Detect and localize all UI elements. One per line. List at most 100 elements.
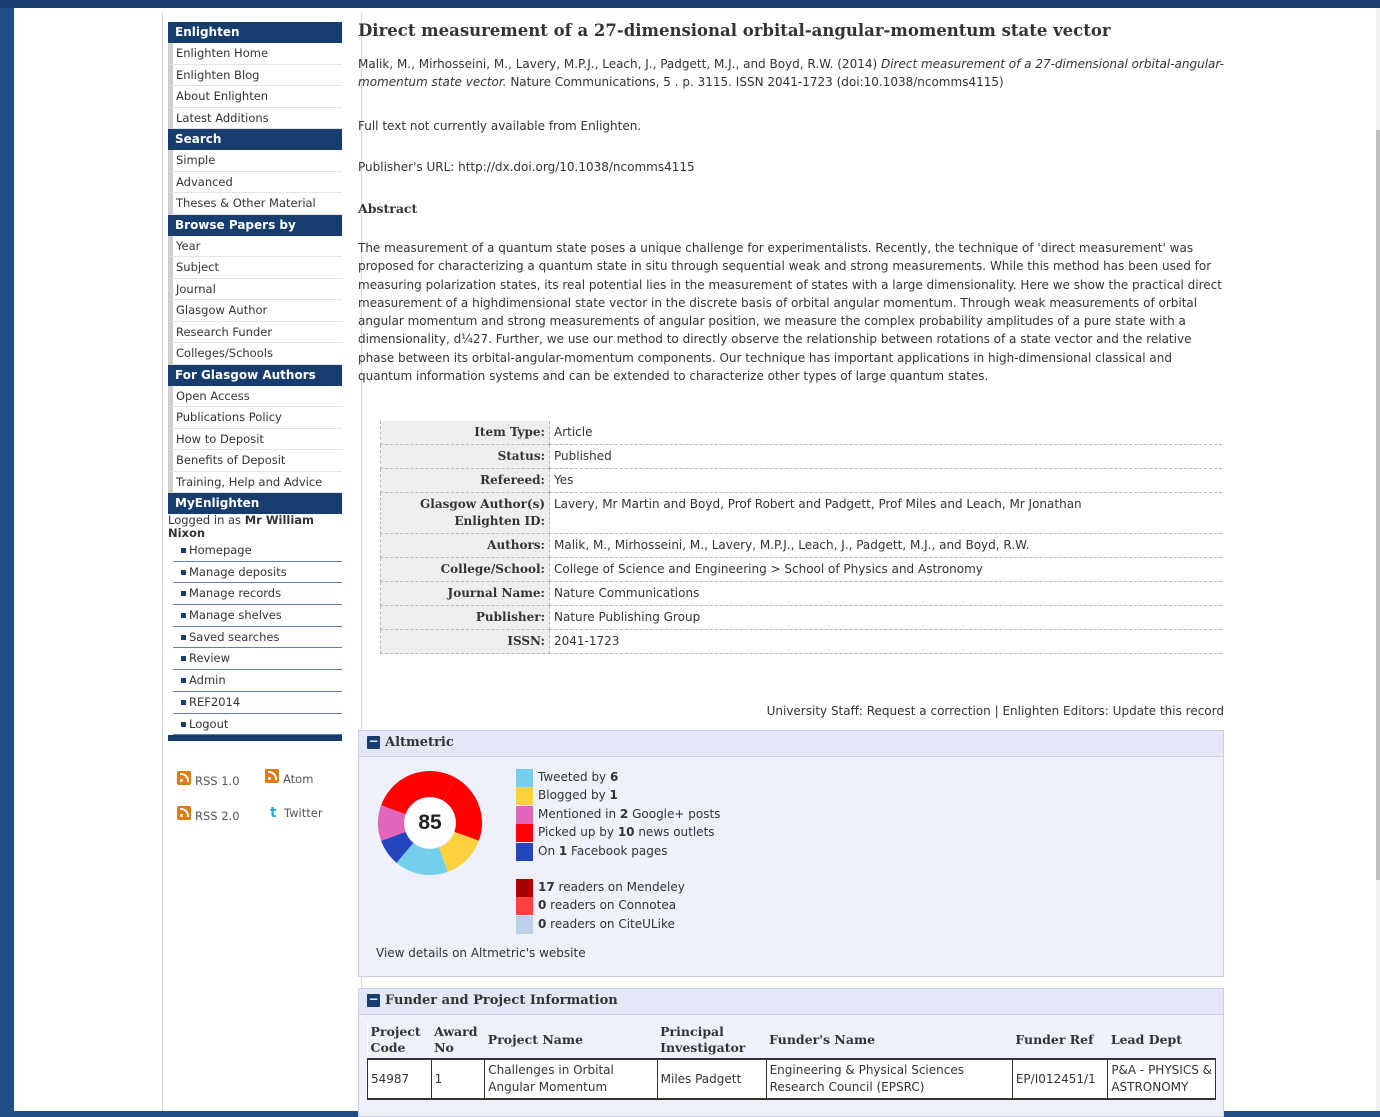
twitter-link[interactable]: t Twitter bbox=[270, 806, 323, 820]
altmetric-title: Altmetric bbox=[385, 735, 454, 750]
metadata-key: Authors: bbox=[380, 533, 550, 558]
altmetric-header[interactable]: − Altmetric bbox=[359, 731, 1223, 757]
user-menu-logout[interactable]: Logout bbox=[173, 714, 342, 736]
user-menu-label: Review bbox=[189, 651, 231, 666]
funder-col-funder-s-name: Funder's Name bbox=[766, 1022, 1013, 1060]
funder-cell: Challenges in Orbital Angular Momentum bbox=[484, 1059, 658, 1100]
top-bar bbox=[0, 0, 1380, 8]
rss-icon bbox=[177, 771, 191, 785]
metadata-row: ISSN: 2041-1723 bbox=[380, 629, 1222, 654]
funder-panel: − Funder and Project Information Project … bbox=[358, 988, 1224, 1117]
user-menu-label: REF2014 bbox=[189, 694, 241, 709]
sidebar-item-about-enlighten[interactable]: About Enlighten bbox=[168, 86, 342, 108]
metadata-row: Status: Published bbox=[380, 444, 1222, 469]
legend-count: 17 bbox=[538, 880, 555, 894]
funder-header[interactable]: − Funder and Project Information bbox=[359, 989, 1223, 1015]
legend-suffix: Google+ posts bbox=[628, 806, 721, 821]
user-menu-admin[interactable]: Admin bbox=[173, 670, 342, 692]
funder-cell: P&A - PHYSICS & ASTRONOMY bbox=[1107, 1059, 1216, 1100]
bullet-icon bbox=[181, 721, 186, 727]
sidebar-item-simple[interactable]: Simple bbox=[168, 150, 342, 172]
metadata-row: Authors: Malik, M., Mirhosseini, M., Lave… bbox=[380, 533, 1222, 558]
metadata-key: Refereed: bbox=[380, 468, 550, 493]
legend-text: 17 readers on Mendeley bbox=[538, 880, 685, 894]
atom-label: Atom bbox=[283, 772, 314, 786]
legend-count: 1 bbox=[609, 788, 618, 803]
user-menu-review[interactable]: Review bbox=[173, 648, 342, 671]
metadata-value: Yes bbox=[549, 468, 1222, 493]
atom-icon bbox=[265, 769, 279, 783]
sidebar-item-colleges-schools[interactable]: Colleges/Schools bbox=[168, 343, 342, 365]
metadata-key: Glasgow Author(s) Enlighten ID: bbox=[380, 492, 550, 534]
sidebar-item-glasgow-author[interactable]: Glasgow Author bbox=[168, 300, 342, 322]
legend-swatch bbox=[516, 915, 533, 934]
funder-col-award-no: Award No bbox=[431, 1022, 485, 1060]
sidebar-item-training-help-and-advice[interactable]: Training, Help and Advice bbox=[168, 471, 342, 493]
rss1-link[interactable]: RSS 1.0 bbox=[177, 771, 240, 788]
legend-count: 10 bbox=[617, 825, 635, 840]
sidebar-item-year[interactable]: Year bbox=[168, 235, 342, 257]
metadata-value[interactable]: Malik, M., Mirhosseini, M., Lavery, M.P.… bbox=[549, 533, 1222, 558]
collapse-icon[interactable]: − bbox=[367, 993, 380, 1007]
funder-col-principal-investigator: Principal Investigator bbox=[657, 1022, 767, 1060]
request-correction-link[interactable]: Request a correction bbox=[867, 704, 991, 718]
user-menu-manage-deposits[interactable]: Manage deposits bbox=[173, 562, 342, 584]
update-record-link[interactable]: Update this record bbox=[1113, 704, 1224, 718]
sidebar-item-benefits-of-deposit[interactable]: Benefits of Deposit bbox=[168, 450, 342, 472]
sidebar: Enlighten Enlighten Home Enlighten Blog Abo… bbox=[162, 12, 362, 1111]
collapse-icon[interactable]: − bbox=[367, 735, 380, 749]
menu-heading-myenlighten: MyEnlighten bbox=[168, 493, 342, 514]
metadata-value[interactable]: Nature Communications bbox=[549, 581, 1222, 606]
rss2-link[interactable]: RSS 2.0 bbox=[177, 806, 240, 823]
legend-count: 1 bbox=[558, 843, 568, 858]
funder-row: 54987 1 Challenges in Orbital Angular Mome… bbox=[367, 1059, 1216, 1100]
sidebar-item-research-funder[interactable]: Research Funder bbox=[168, 321, 342, 343]
funder-col-lead-dept: Lead Dept bbox=[1107, 1022, 1216, 1060]
funder-col-funder-ref: Funder Ref bbox=[1012, 1022, 1108, 1060]
metadata-value[interactable]: Lavery, Mr Martin and Boyd, Prof Robert … bbox=[549, 492, 1222, 534]
sidebar-item-publications-policy[interactable]: Publications Policy bbox=[168, 407, 342, 429]
user-menu-saved-searches[interactable]: Saved searches bbox=[173, 627, 342, 649]
user-menu-manage-shelves[interactable]: Manage shelves bbox=[173, 605, 342, 627]
user-menu-ref2014[interactable]: REF2014 bbox=[173, 692, 342, 714]
sidebar-item-enlighten-home[interactable]: Enlighten Home bbox=[168, 43, 342, 65]
sidebar-item-latest-additions[interactable]: Latest Additions bbox=[168, 107, 342, 129]
atom-link[interactable]: Atom bbox=[265, 769, 313, 786]
rss2-label: RSS 2.0 bbox=[195, 809, 240, 823]
user-menu-label: Manage records bbox=[189, 586, 282, 601]
legend-suffix: Facebook pages bbox=[567, 843, 668, 858]
metadata-key: ISSN: bbox=[380, 629, 550, 654]
altmetric-donut[interactable]: 85 bbox=[376, 769, 484, 877]
user-menu-homepage[interactable]: Homepage bbox=[173, 540, 342, 562]
user-menu-label: Logout bbox=[189, 716, 229, 731]
sidebar-item-open-access[interactable]: Open Access bbox=[168, 385, 342, 407]
legend-prefix: Mentioned in bbox=[538, 806, 620, 821]
funder-col-project-name: Project Name bbox=[484, 1022, 658, 1060]
legend-suffix: news outlets bbox=[634, 825, 715, 840]
metadata-row: Refereed: Yes bbox=[380, 468, 1222, 493]
legend-prefix: Tweeted by bbox=[538, 770, 610, 784]
legend-suffix: readers on Mendeley bbox=[554, 880, 685, 894]
metadata-value[interactable]: College of Science and Engineering > Sch… bbox=[549, 557, 1222, 582]
metadata-row: Publisher: Nature Publishing Group bbox=[380, 605, 1222, 630]
twitter-label: Twitter bbox=[284, 806, 323, 820]
bullet-icon bbox=[181, 591, 186, 597]
sidebar-item-enlighten-blog[interactable]: Enlighten Blog bbox=[168, 64, 342, 86]
user-menu-label: Homepage bbox=[189, 543, 252, 557]
metadata-key: Item Type: bbox=[380, 421, 550, 445]
legend-text: 0 readers on CiteULike bbox=[538, 917, 675, 931]
legend-text: Mentioned in 2 Google+ posts bbox=[538, 807, 720, 821]
citation-authors: Malik, M., Mirhosseini, M., Lavery, M.P.… bbox=[358, 57, 881, 71]
altmetric-details-link[interactable]: View details on Altmetric's website bbox=[376, 946, 586, 960]
sidebar-item-how-to-deposit[interactable]: How to Deposit bbox=[168, 428, 342, 450]
sidebar-item-subject[interactable]: Subject bbox=[168, 257, 342, 279]
user-menu-manage-records[interactable]: Manage records bbox=[173, 583, 342, 606]
metadata-key: Publisher: bbox=[380, 605, 550, 630]
sidebar-item-advanced[interactable]: Advanced bbox=[168, 171, 342, 193]
sidebar-item-theses-other-material[interactable]: Theses & Other Material bbox=[168, 193, 342, 215]
publisher-url[interactable]: Publisher's URL: http://dx.doi.org/10.10… bbox=[358, 160, 695, 174]
sidebar-item-journal[interactable]: Journal bbox=[168, 278, 342, 300]
legend-swatch bbox=[516, 879, 533, 897]
scrollbar-thumb[interactable] bbox=[1376, 130, 1380, 880]
menu-heading-enlighten: Enlighten bbox=[168, 22, 342, 43]
